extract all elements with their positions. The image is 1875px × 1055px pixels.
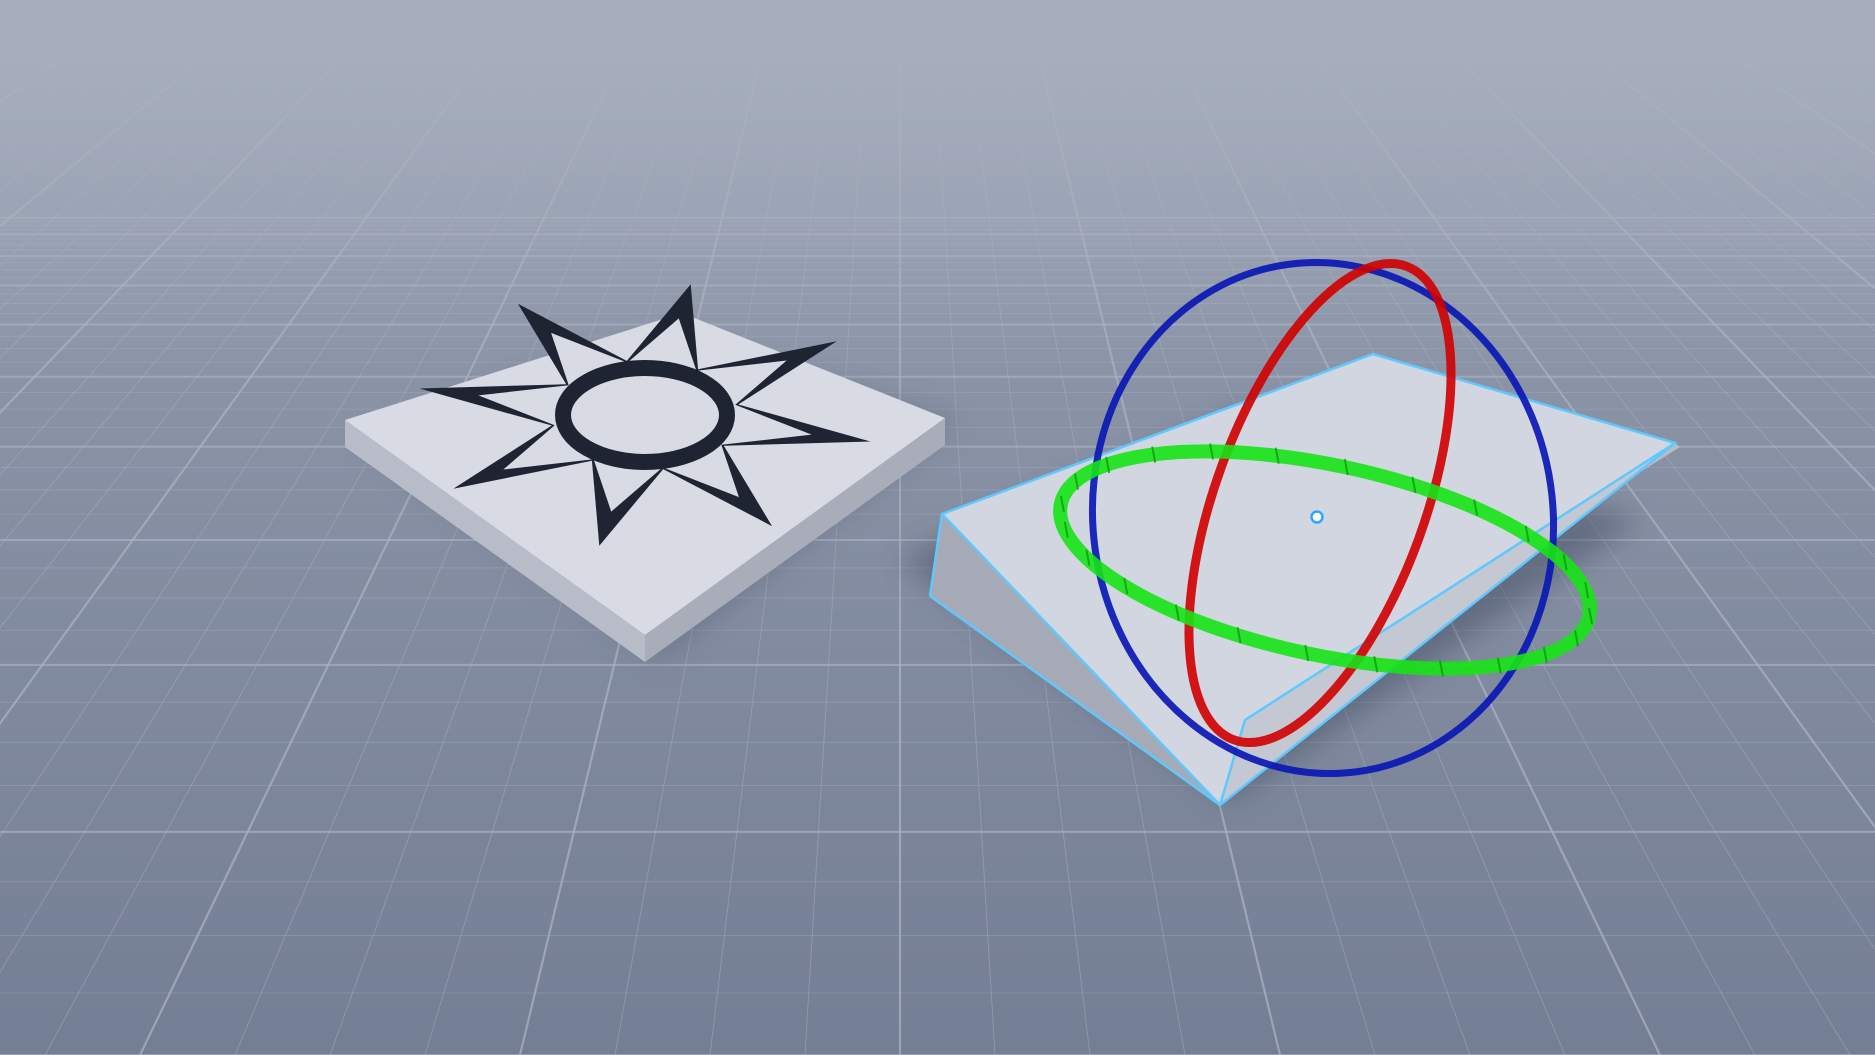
scene-canvas[interactable]	[0, 0, 1875, 1055]
pivot-point-icon[interactable]	[1310, 510, 1324, 524]
3d-viewport[interactable]	[0, 0, 1875, 1055]
decal-ring	[555, 360, 735, 470]
